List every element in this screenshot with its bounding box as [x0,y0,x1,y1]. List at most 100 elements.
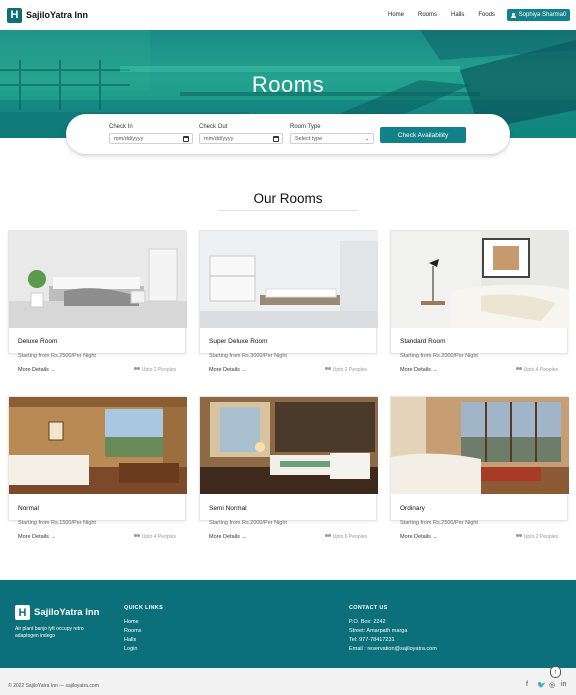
check-out-input[interactable]: mm/dd/yyyy [199,133,283,144]
room-capacity-label: Upto 4 Peoples [523,367,558,373]
check-in-input[interactable]: mm/dd/yyyy [109,133,193,144]
people-icon [324,367,331,371]
scroll-to-top-button[interactable]: ↑ [550,666,561,678]
facebook-icon[interactable]: f [526,681,528,688]
linkedin-icon[interactable]: in [561,681,566,688]
bottom-bar [0,668,576,695]
room-name: Normal [18,505,39,512]
room-image [9,231,187,328]
more-details-label: More Details [209,367,240,373]
section-title: Our Rooms [253,191,323,206]
room-name: Super Deluxe Room [209,338,268,345]
nav-link-rooms[interactable]: Rooms [418,12,437,18]
nav-link-home[interactable]: Home [388,12,404,18]
room-card[interactable]: Deluxe Room Starting from Rs.2500/Per Ni… [8,230,187,373]
nav-link-halls[interactable]: Halls [451,12,464,18]
more-details-link[interactable]: More Details → [18,367,56,373]
room-capacity: Upto 4 Peoples [515,367,558,373]
room-image [391,397,569,494]
navbar: H SajiloYatra Inn Home Rooms Halls Foods… [0,0,576,30]
brand-logo-icon: H [7,7,22,23]
more-details-link[interactable]: More Details → [209,367,247,373]
room-type-label: Room Type [290,124,321,130]
more-details-link[interactable]: More Details → [400,367,438,373]
room-card[interactable]: Ordinary Starting from Rs.2500/Per Night… [390,396,569,540]
check-in-label: Check In [109,124,133,130]
room-capacity: Upto 4 Peoples [133,534,176,540]
room-image [9,397,187,494]
room-capacity-label: Upto 2 Peoples [523,534,558,540]
user-icon [510,12,516,18]
room-image [391,231,569,328]
room-capacity-label: Upto 6 Peoples [332,534,367,540]
people-icon [133,367,140,371]
user-menu-button[interactable]: Sophiya Sharma0 [507,9,570,21]
brand[interactable]: H SajiloYatra Inn [7,7,89,23]
room-price: Starting from Rs.3000/Per Night [209,353,287,359]
copyright: © 2022 SajiloYatra Inn — sajiloyatra.com [8,683,99,689]
room-card[interactable]: Super Deluxe Room Starting from Rs.3000/… [199,230,378,373]
more-details-link[interactable]: More Details → [400,534,438,540]
check-availability-button[interactable]: Check Availability [380,127,466,143]
contact-list: P.O. Box: 2242 Street: Amarpath marga Te… [349,618,437,654]
footer-link-halls[interactable]: Halls [124,636,141,645]
more-details-label: More Details [400,534,431,540]
room-price: Starting from Rs.2500/Per Night [400,520,478,526]
room-capacity-label: Upto 2 Peoples [332,367,367,373]
nav-link-foods[interactable]: Foods [478,12,495,18]
arrow-right-icon: → [432,367,438,373]
people-icon [515,534,522,538]
room-price: Starting from Rs.2000/Per Night [400,353,478,359]
room-capacity-label: Upto 2 Peoples [141,367,176,373]
nav-links: Home Rooms Halls Foods [388,0,509,30]
contact-tel: Tel: 977-78417231 [349,637,395,643]
more-details-label: More Details [209,534,240,540]
more-details-link[interactable]: More Details → [209,534,247,540]
people-icon [515,367,522,371]
room-card[interactable]: Normal Starting from Rs.1500/Per Night M… [8,396,187,540]
footer-brand: SajiloYatra Inn [34,607,100,618]
check-in-field: Check In mm/dd/yyyy [109,124,193,144]
quick-links-list: Home Rooms Halls Login [124,618,141,654]
arrow-right-icon: → [241,367,247,373]
people-icon [133,534,140,538]
footer-logo-icon: H [15,605,30,620]
calendar-icon[interactable] [183,136,189,142]
room-capacity: Upto 6 Peoples [324,534,367,540]
room-price: Starting from Rs.2500/Per Night [18,353,96,359]
room-card[interactable]: Semi Normal Starting from Rs.2000/Per Ni… [199,396,378,540]
footer-link-home[interactable]: Home [124,618,141,627]
room-type-field: Room Type Select type ⌄ [290,124,374,144]
room-name: Standard Room [400,338,446,345]
check-out-label: Check Out [199,124,228,130]
more-details-label: More Details [18,367,49,373]
room-capacity: Upto 2 Peoples [515,534,558,540]
room-card[interactable]: Standard Room Starting from Rs.2000/Per … [390,230,569,373]
more-details-link[interactable]: More Details → [18,534,56,540]
contact-po-box: P.O. Box: 2242 [349,619,386,625]
room-name: Ordinary [400,505,425,512]
chevron-down-icon: ⌄ [364,136,369,142]
quick-links-title: QUICK LINKS [124,605,164,611]
people-icon [324,534,331,538]
brand-name: SajiloYatra Inn [26,10,89,20]
room-name: Semi Normal [209,505,247,512]
check-out-placeholder: mm/dd/yyyy [204,135,234,142]
twitter-icon[interactable]: 🐦 [537,681,546,689]
room-image [200,231,378,328]
more-details-label: More Details [18,534,49,540]
contact-title: CONTACT US [349,605,388,611]
section-divider [218,210,358,211]
arrow-right-icon: → [50,367,56,373]
instagram-icon[interactable]: ◎ [549,681,555,689]
footer-link-rooms[interactable]: Rooms [124,627,141,636]
calendar-icon[interactable] [273,136,279,142]
more-details-label: More Details [400,367,431,373]
arrow-right-icon: → [432,534,438,540]
arrow-right-icon: → [50,534,56,540]
room-type-select[interactable]: Select type ⌄ [290,133,374,144]
check-out-field: Check Out mm/dd/yyyy [199,124,283,144]
footer-link-login[interactable]: Login [124,645,141,654]
contact-email[interactable]: Email : reservation@sajiloyatra.com [349,645,437,654]
room-capacity-label: Upto 4 Peoples [141,534,176,540]
